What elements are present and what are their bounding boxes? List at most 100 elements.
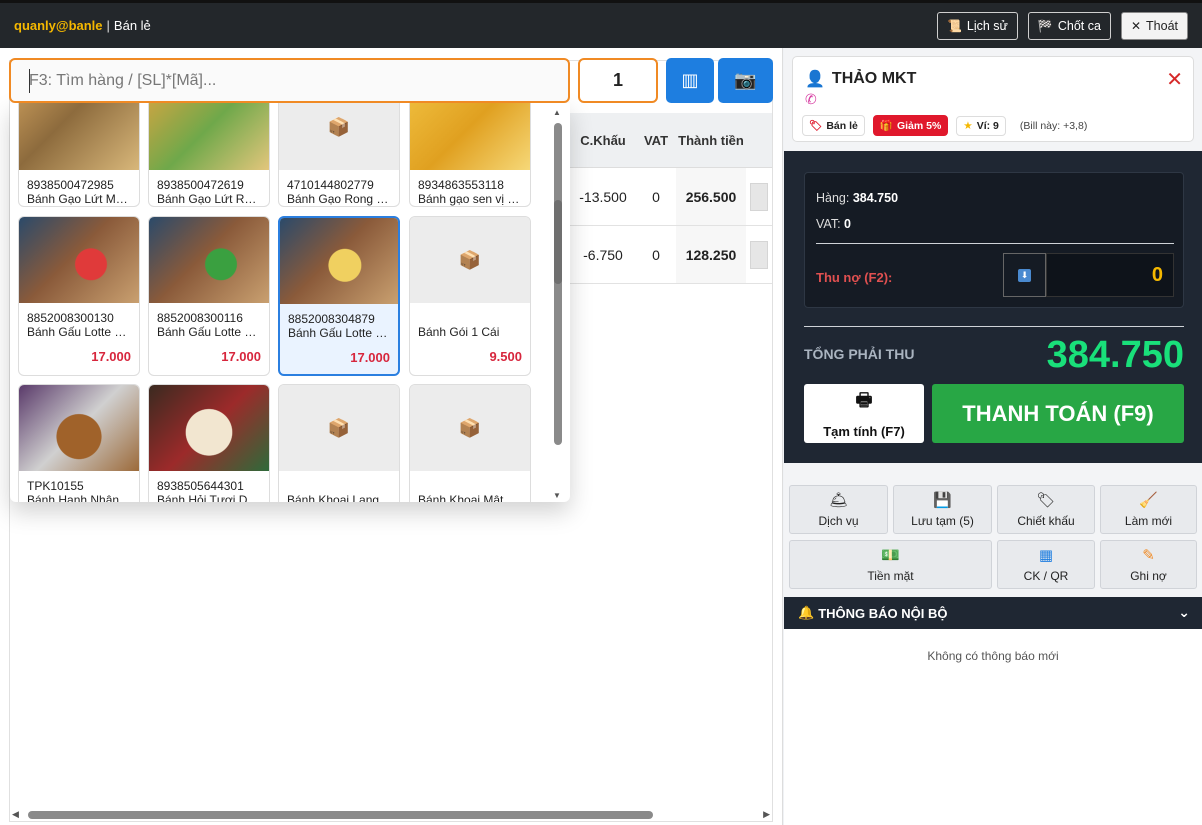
sales-mode: Bán lẻ bbox=[113, 18, 151, 33]
discount-badge: 🎁 Giảm 5% bbox=[872, 115, 949, 136]
product-price: 17.000 bbox=[221, 349, 261, 364]
empty-message: Không có thông báo mới bbox=[927, 649, 1059, 663]
username: quanly@banle bbox=[14, 18, 103, 33]
scroll-thumb[interactable] bbox=[554, 200, 562, 284]
camera-button[interactable]: 📷 bbox=[718, 58, 773, 103]
product-name: Bánh Hỏi Tươi D... bbox=[157, 493, 258, 502]
product-suggestions: 8938500472985Bánh Gạo Lứt Mè Đ...39.0008… bbox=[10, 103, 570, 502]
save-temp-button[interactable]: 💾 Lưu tạm (5) bbox=[893, 485, 992, 534]
bell-icon: 🔔 bbox=[798, 605, 815, 620]
product-card[interactable]: 8938500472619Bánh Gạo Lứt Rong Biển...39… bbox=[148, 103, 270, 207]
table-row[interactable]: -13.500 0 256.500 bbox=[570, 168, 772, 226]
remove-customer-icon[interactable]: ✕ bbox=[1166, 67, 1183, 92]
product-name: Bánh Gói 1 Cái bbox=[418, 325, 500, 339]
wallet-badge: ★ Ví: 9 bbox=[956, 115, 1006, 136]
payment-summary: Hàng: 384.750 VAT: 0 Thu nợ (F2): ⬇ 0 TỔ… bbox=[784, 151, 1202, 463]
product-price: 17.000 bbox=[91, 349, 131, 364]
separator: | bbox=[106, 18, 110, 33]
product-price: 19.000 bbox=[410, 206, 530, 207]
scroll-icon: 📜 bbox=[946, 19, 962, 33]
product-image bbox=[149, 103, 269, 170]
row-action-button[interactable] bbox=[746, 168, 772, 225]
product-card[interactable]: 📦 4710144802779Bánh Gạo Rong Biển Want Wa… bbox=[278, 103, 400, 207]
cart-table: C.Khấu VAT Thành tiền -13.500 0 256.500 … bbox=[570, 113, 772, 284]
debt-label: Thu nợ (F2): bbox=[816, 270, 893, 285]
product-name: Bánh Hạnh Nhân... bbox=[27, 493, 130, 502]
chevron-down-icon[interactable]: ⌄ bbox=[1178, 604, 1190, 621]
product-code bbox=[410, 471, 530, 479]
product-price: 39.000 bbox=[19, 206, 139, 207]
debt-fill-button[interactable]: ⬇ bbox=[1003, 253, 1046, 297]
close-icon: ✕ bbox=[1130, 19, 1142, 33]
row-discount: -6.750 bbox=[583, 246, 623, 263]
bell-icon: 🛎 bbox=[828, 492, 849, 509]
product-card[interactable]: 8938505644301 Bánh Hỏi Tươi D... bbox=[148, 384, 270, 502]
product-name: Bánh Gấu Lotte Dâu... bbox=[27, 325, 139, 339]
product-code: 8938505644301 bbox=[157, 479, 244, 493]
pay-button[interactable]: THANH TOÁN (F9) bbox=[932, 384, 1184, 443]
exit-button[interactable]: ✕ Thoát bbox=[1120, 12, 1188, 40]
product-price: 9.500 bbox=[489, 349, 522, 364]
service-button[interactable]: 🛎 Dịch vụ bbox=[789, 485, 888, 534]
user-icon: 👤 bbox=[805, 71, 825, 88]
transfer-qr-button[interactable]: ▦ CK / QR bbox=[997, 540, 1095, 589]
discount-button[interactable]: 🏷 Chiết khấu bbox=[997, 485, 1095, 534]
debt-input[interactable]: 0 bbox=[1046, 253, 1174, 297]
refresh-button[interactable]: 🧹 Làm mới bbox=[1100, 485, 1197, 534]
history-button[interactable]: 📜 Lịch sử bbox=[936, 12, 1018, 40]
search-input[interactable]: F3: Tìm hàng / [SL]*[Mã]... bbox=[9, 58, 570, 103]
product-card[interactable]: 8852008304879 Bánh Gấu Lotte Sữa... 17.000 bbox=[278, 216, 400, 376]
product-code: 8852008300130 bbox=[27, 311, 114, 325]
row-action-button[interactable] bbox=[746, 226, 772, 283]
money-icon: 💵 bbox=[881, 547, 900, 564]
row-vat: 0 bbox=[652, 246, 660, 263]
table-row[interactable]: -6.750 0 128.250 bbox=[570, 226, 772, 284]
scroll-thumb[interactable] bbox=[28, 811, 653, 819]
product-image bbox=[149, 217, 269, 303]
product-price: 17.000 bbox=[350, 350, 390, 365]
row-vat: 0 bbox=[652, 188, 660, 205]
product-card[interactable]: 8852008300130 Bánh Gấu Lotte Dâu... 17.000 bbox=[18, 216, 140, 376]
product-code bbox=[410, 303, 530, 311]
product-card[interactable]: 8852008300116Bánh Gấu Lotte Socola... 17.… bbox=[148, 216, 270, 376]
checkered-flag-icon: 🏁 bbox=[1037, 19, 1053, 33]
cash-button[interactable]: 💵 Tiền mặt bbox=[789, 540, 992, 589]
close-shift-button[interactable]: 🏁 Chốt ca bbox=[1027, 12, 1111, 40]
debt-record-button[interactable]: ✎ Ghi nợ bbox=[1100, 540, 1197, 589]
product-code: 8934863553118 bbox=[418, 178, 504, 192]
product-card[interactable]: 8934863553118Bánh gạo sen vị bắp...19.00… bbox=[409, 103, 531, 207]
retail-badge: 🏷 Bán lẻ bbox=[802, 115, 865, 136]
print-preview-button[interactable]: 🖶 Tạm tính (F7) bbox=[804, 384, 924, 443]
horizontal-scrollbar[interactable]: ◀ ▶ bbox=[10, 808, 772, 822]
scroll-right-icon[interactable]: ▶ bbox=[763, 809, 770, 820]
phone-icon[interactable]: ✆ bbox=[805, 91, 817, 108]
scroll-down-icon[interactable]: ▼ bbox=[553, 491, 561, 500]
product-card[interactable]: 📦 Bánh Gói 1 Cái 9.500 bbox=[409, 216, 531, 376]
product-card[interactable]: 📦 Bánh Khoai Mật... bbox=[409, 384, 531, 502]
scroll-up-icon[interactable]: ▲ bbox=[553, 108, 561, 117]
barcode-button[interactable]: ▥ bbox=[666, 58, 714, 103]
barcode-icon: ▥ bbox=[681, 70, 699, 90]
notification-body: Không có thông báo mới bbox=[784, 629, 1202, 825]
top-bar: quanly@banle | Bán lẻ 📜 Lịch sử 🏁 Chốt ca … bbox=[0, 0, 1202, 48]
scroll-left-icon[interactable]: ◀ bbox=[12, 809, 19, 820]
product-card[interactable]: 8938500472985Bánh Gạo Lứt Mè Đ...39.000 bbox=[18, 103, 140, 207]
product-image bbox=[280, 218, 398, 304]
notification-header[interactable]: 🔔 THÔNG BÁO NỘI BỘ ⌄ bbox=[784, 597, 1202, 629]
star-icon: ★ bbox=[963, 119, 973, 132]
product-name: Bánh Gạo Lứt Mè Đ... bbox=[27, 192, 139, 206]
checkout-panel: 👤 THẢO MKT ✆ ✕ 🏷 Bán lẻ 🎁 Giảm 5% ★ Ví: 9 (… bbox=[784, 48, 1202, 825]
save-icon: 💾 bbox=[933, 492, 952, 509]
divider bbox=[816, 243, 1174, 244]
row-discount: -13.500 bbox=[579, 188, 627, 205]
tag-icon: 🏷 bbox=[809, 120, 823, 132]
product-card[interactable]: TPK10155 Bánh Hạnh Nhân... bbox=[18, 384, 140, 502]
product-card[interactable]: 📦 Bánh Khoai Lang... bbox=[278, 384, 400, 502]
col-discount: C.Khấu bbox=[580, 132, 626, 148]
product-image bbox=[410, 103, 530, 170]
total-label: TỔNG PHẢI THU bbox=[804, 346, 915, 362]
product-code: 8852008304879 bbox=[288, 312, 375, 326]
arrow-down-icon: ⬇ bbox=[1018, 268, 1031, 282]
quantity-input[interactable]: 1 bbox=[578, 58, 658, 103]
vertical-scrollbar[interactable]: ▲ ▼ bbox=[550, 108, 564, 500]
